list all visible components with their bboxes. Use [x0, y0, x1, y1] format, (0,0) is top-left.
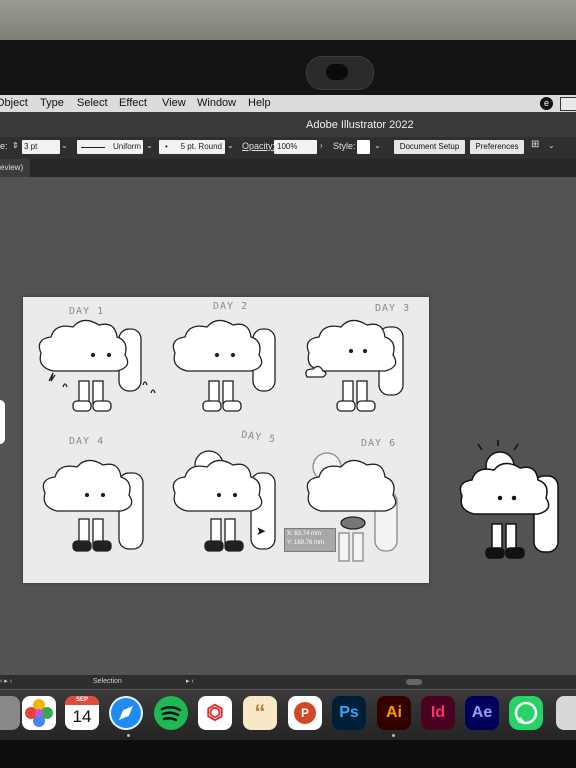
photos-app-icon[interactable] — [22, 696, 56, 730]
compass-icon — [111, 698, 141, 728]
opacity-field[interactable]: 100% — [274, 140, 317, 154]
safari-app-icon[interactable] — [109, 696, 143, 730]
acrobat-app-icon[interactable]: ⏣ — [198, 696, 232, 730]
chevron-down-icon[interactable]: ⌄ — [61, 141, 68, 150]
calendar-month: SEP — [65, 696, 99, 705]
menu-effect[interactable]: Effect — [119, 97, 147, 109]
menu-help[interactable]: Help — [248, 97, 271, 109]
menu-window[interactable]: Window — [197, 97, 236, 109]
app-title: Adobe Illustrator 2022 — [306, 119, 414, 131]
webcam-lens — [326, 64, 348, 80]
cursor-coordinates-tooltip: X: 83.74 mm Y: 169.76 mm — [284, 528, 336, 552]
scrollbar-thumb[interactable] — [406, 679, 422, 685]
style-swatch[interactable] — [357, 140, 370, 154]
running-indicator — [392, 734, 395, 737]
cloud-character-day2 — [172, 319, 276, 412]
preferences-button[interactable]: Preferences — [470, 140, 524, 154]
dock-app-partial-right-icon[interactable] — [556, 696, 576, 730]
opacity-label[interactable]: Opacity: — [242, 141, 275, 151]
phone-bubble-icon — [514, 701, 538, 725]
menu-bar: Object Type Select Effect View Window He… — [0, 95, 576, 112]
calendar-app-icon[interactable]: SEP 14 — [65, 696, 99, 730]
nav-arrows-icon[interactable]: ‹ ▸ › — [0, 677, 12, 685]
arrange-documents-icon[interactable]: ⊞ — [531, 139, 539, 150]
indesign-app-icon[interactable]: Id — [421, 696, 455, 730]
illustrator-app-icon[interactable]: Ai — [377, 696, 411, 730]
menu-object[interactable]: Object — [0, 97, 28, 109]
brush-definition[interactable]: • 5 pt. Round — [159, 140, 225, 154]
cloud-characters-illustration — [38, 319, 404, 562]
chevron-down-icon[interactable]: ⌄ — [146, 141, 153, 150]
play-icon[interactable]: ▸ ‹ — [186, 677, 194, 685]
dock-app-partial-icon[interactable] — [0, 696, 20, 730]
cloud-character-day1 — [38, 319, 156, 412]
line-icon — [81, 147, 105, 148]
spotify-app-icon[interactable] — [154, 696, 188, 730]
menu-select[interactable]: Select — [77, 97, 108, 109]
title-bar: Adobe Illustrator 2022 — [0, 112, 576, 137]
cloud-character-day4 — [42, 459, 144, 552]
pointer-cursor-icon: ➤ — [256, 524, 267, 538]
stroke-stepper-icon[interactable]: ⇕ — [12, 141, 19, 150]
laptop-bottom-bezel — [0, 740, 576, 768]
status-bar: ‹ ▸ › Selection ▸ ‹ — [0, 675, 576, 689]
chevron-down-icon[interactable]: ⌄ — [374, 141, 381, 150]
variable-width-profile[interactable]: Uniform — [77, 140, 143, 154]
cloud-character-day3 — [305, 319, 404, 412]
menu-type[interactable]: Type — [40, 97, 64, 109]
spotify-waves-icon — [160, 706, 182, 722]
chevron-right-icon[interactable]: › — [320, 141, 323, 150]
chevron-down-icon[interactable]: ⌄ — [227, 141, 234, 150]
powerpoint-p: P — [294, 702, 316, 724]
whatsapp-app-icon[interactable] — [509, 696, 543, 730]
x-coordinate: X: 83.74 mm — [287, 531, 322, 537]
current-tool: Selection — [93, 678, 122, 685]
artboard[interactable]: DAY 1 DAY 2 DAY 3 DAY 4 DAY 5 DAY 6 — [23, 297, 429, 583]
quotes-app-icon[interactable]: “ — [243, 696, 277, 730]
document-tab-bar — [0, 159, 576, 177]
photos-flower-icon — [25, 699, 53, 727]
offscreen-artwork — [0, 400, 5, 444]
photoshop-app-icon[interactable]: Ps — [332, 696, 366, 730]
document-setup-button[interactable]: Document Setup — [394, 140, 465, 154]
document-tab[interactable]: eview) — [0, 159, 30, 177]
y-coordinate: Y: 169.76 mm — [287, 540, 325, 546]
stroke-weight-field[interactable]: 3 pt — [22, 140, 60, 154]
after-effects-app-icon[interactable]: Ae — [465, 696, 499, 730]
calendar-day: 14 — [72, 707, 92, 726]
powerpoint-app-icon[interactable]: P — [288, 696, 322, 730]
running-indicator — [127, 734, 130, 737]
cloud-character-copy — [459, 440, 559, 559]
menu-view[interactable]: View — [162, 97, 186, 109]
chevron-down-icon[interactable]: ⌄ — [548, 141, 555, 150]
control-bar: e: ⇕ 3 pt ⌄ Uniform ⌄ • 5 pt. Round ⌄ Op… — [0, 137, 576, 159]
status-menu-icon[interactable]: e — [540, 97, 553, 110]
dot-icon: • — [165, 142, 168, 151]
laptop-bezel — [0, 40, 576, 98]
stroke-label: e: — [0, 141, 8, 151]
window-icon[interactable] — [560, 97, 576, 111]
style-label: Style: — [333, 141, 356, 151]
